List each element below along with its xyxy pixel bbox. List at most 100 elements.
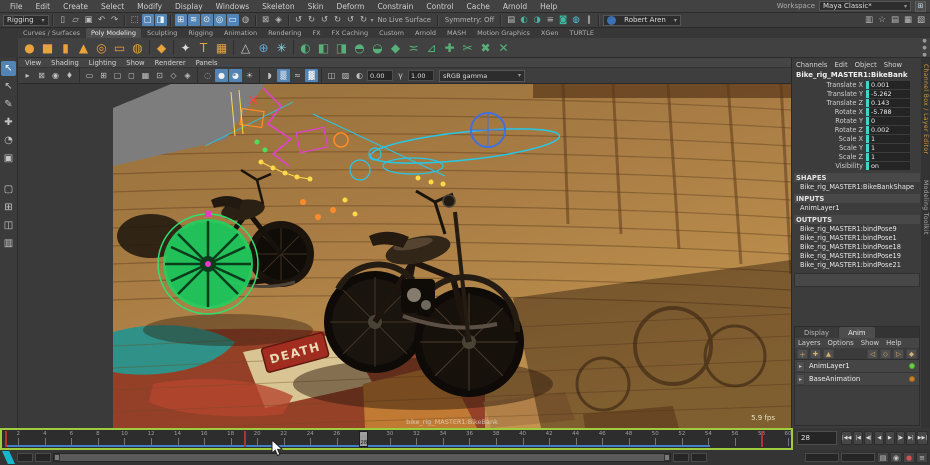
channel-box-menu-item[interactable]: Show <box>884 61 902 69</box>
panel-menu-item[interactable]: Show <box>122 59 148 67</box>
inputs-to-selected-icon[interactable]: ↺ <box>293 14 305 26</box>
gate-mask-icon[interactable]: ▦ <box>139 69 152 82</box>
channel-label[interactable]: Rotate Z <box>794 126 866 134</box>
lights-icon[interactable]: ☀ <box>243 69 256 82</box>
modeling-toolkit-toggle-icon[interactable]: ▥ <box>863 14 875 26</box>
menu-item[interactable]: Edit <box>30 2 57 11</box>
step-forward-key-button[interactable]: |▶ <box>895 431 906 445</box>
poly-cone-icon[interactable]: ▲ <box>75 39 92 56</box>
sidebar-vertical-tab[interactable]: Channel Box / Layer Editor <box>922 64 929 154</box>
isolate-select-icon[interactable]: ◫ <box>325 69 338 82</box>
gamma-field[interactable]: 1.00 <box>408 70 434 81</box>
channel-value-field[interactable]: 1 <box>866 134 910 143</box>
channel-value-field[interactable]: 1 <box>866 152 910 161</box>
select-component-icon[interactable]: ◨ <box>154 14 167 26</box>
wireframe-icon[interactable]: ◌ <box>201 69 214 82</box>
screen-space-ao-icon[interactable]: ▒ <box>277 69 290 82</box>
menu-item[interactable]: Arnold <box>497 2 533 11</box>
attribute-editor-toggle-icon[interactable]: ▤ <box>889 14 901 26</box>
channel-value-field[interactable]: 0 <box>866 116 910 125</box>
combine-icon[interactable]: ◧ <box>315 39 332 56</box>
shelf-tab[interactable]: Animation <box>219 28 263 38</box>
history-toggle-icon[interactable]: ↻ <box>332 14 344 26</box>
channel-box-menu-item[interactable]: Edit <box>834 61 847 69</box>
channel-box-object-name[interactable]: Bike_rig_MASTER1:BikeBank <box>794 70 920 80</box>
keyframe-marker[interactable] <box>5 431 7 447</box>
channel-label[interactable]: Scale Y <box>794 144 866 152</box>
exposure-field[interactable]: 0.00 <box>367 70 393 81</box>
menu-item[interactable]: Cache <box>461 2 496 11</box>
snap-to-curves-icon[interactable]: ≋ <box>187 14 200 26</box>
evaluation-icon[interactable]: ↺ <box>345 14 357 26</box>
play-backwards-button[interactable]: ◀ <box>874 431 885 445</box>
layer-expand-arrow[interactable]: ▸ <box>796 373 805 385</box>
new-scene-icon[interactable]: ▯ <box>57 14 69 26</box>
rotate-tool[interactable]: ◔ <box>1 133 16 148</box>
range-start-handle[interactable] <box>54 454 60 461</box>
character-set-icon[interactable]: ◉ <box>890 452 902 463</box>
resolution-gate-icon[interactable]: ◻ <box>125 69 138 82</box>
camera-attributes-icon[interactable]: ◉ <box>49 69 62 82</box>
layout-single-pane[interactable]: ▢ <box>1 182 16 197</box>
current-time-marker[interactable]: 28 <box>359 431 369 447</box>
scale-tool[interactable]: ▣ <box>1 151 16 166</box>
menu-item[interactable]: Windows <box>210 2 255 11</box>
anim-layer-menu[interactable] <box>841 453 875 462</box>
AnimLayer1[interactable]: ▸ AnimLayer1 <box>795 360 919 373</box>
poly-sphere-icon[interactable]: ● <box>21 39 38 56</box>
shelf-tab[interactable]: Motion Graphics <box>472 28 535 38</box>
channel-value-field[interactable]: 0.002 <box>866 125 910 134</box>
auto-keyframe-icon[interactable]: ● <box>903 452 915 463</box>
layer-editor-tab[interactable]: Anim <box>839 327 875 338</box>
menu-item[interactable]: Skin <box>302 2 330 11</box>
humanik-toggle-icon[interactable]: ☆ <box>876 14 888 26</box>
range-slider-bar[interactable] <box>53 453 671 462</box>
render-settings-icon[interactable]: ≡ <box>544 14 556 26</box>
anim-layer-indicator-icon[interactable]: ▤ <box>877 452 889 463</box>
render-view-icon[interactable]: ▤ <box>505 14 517 26</box>
shelf-tab[interactable]: TURTLE <box>564 28 600 38</box>
keyframe-marker[interactable] <box>761 431 764 447</box>
menu-item[interactable]: Control <box>420 2 459 11</box>
layer-editor-menu-item[interactable]: Options <box>828 339 854 347</box>
delete-edge-icon[interactable]: ✖ <box>477 39 494 56</box>
workspace-grid-icon[interactable]: ⊞ <box>915 0 926 12</box>
bevel-icon[interactable]: ◆ <box>387 39 404 56</box>
smooth-icon[interactable]: ◒ <box>369 39 386 56</box>
open-scene-icon[interactable]: ▱ <box>70 14 82 26</box>
viewport-3d-scene[interactable]: DEATH <box>113 84 791 428</box>
move-layer-up-icon[interactable]: ▲ <box>823 348 834 359</box>
output-node-item[interactable]: Bike_rig_MASTER1:bindPose21 <box>794 260 920 269</box>
poly-torus-icon[interactable]: ◎ <box>93 39 110 56</box>
lasso-select-tool[interactable]: ↖ <box>1 79 16 94</box>
poly-cylinder-icon[interactable]: ▮ <box>57 39 74 56</box>
channel-value-field[interactable]: -5.788 <box>866 107 910 116</box>
menu-item[interactable]: Help <box>534 2 563 11</box>
image-plane-icon[interactable]: ▭ <box>83 69 96 82</box>
layer-status-led[interactable] <box>909 376 915 382</box>
output-node-item[interactable]: Bike_rig_MASTER1:bindPose18 <box>794 242 920 251</box>
snap-to-view-plane-icon[interactable]: ▭ <box>226 14 239 26</box>
snap-to-grid-icon[interactable]: ⊞ <box>174 14 187 26</box>
shelf-tab[interactable]: FX <box>307 28 326 38</box>
move-tool[interactable]: ✚ <box>1 115 16 130</box>
channel-value-field[interactable]: 1 <box>866 143 910 152</box>
time-slider[interactable]: 2468101214161820222426283032343638404244… <box>0 428 793 450</box>
playback-end-field[interactable] <box>673 453 689 462</box>
shelf-tab[interactable]: Curves / Surfaces <box>18 28 86 38</box>
shelf-tab[interactable]: XGen <box>535 28 564 38</box>
menu-item[interactable]: Skeleton <box>256 2 300 11</box>
panel-menu-item[interactable]: Shading <box>47 59 83 67</box>
channel-value-field[interactable]: 0.143 <box>866 98 910 107</box>
shelf-tab[interactable]: Arnold <box>409 28 442 38</box>
layer-status-led[interactable] <box>909 363 915 369</box>
shelf-overflow-menu[interactable]: ● ● ● <box>920 38 929 58</box>
safe-action-icon[interactable]: ◇ <box>167 69 180 82</box>
cycle-check-icon[interactable]: ↻ <box>358 14 370 26</box>
channel-box-menu-item[interactable]: Channels <box>796 61 827 69</box>
layer-name[interactable]: AnimLayer1 <box>806 362 850 370</box>
menu-item[interactable]: Constrain <box>371 2 419 11</box>
select-camera-icon[interactable]: ▸ <box>21 69 34 82</box>
undo-icon[interactable]: ↶ <box>96 14 108 26</box>
gamma-icon[interactable]: γ <box>394 69 407 82</box>
